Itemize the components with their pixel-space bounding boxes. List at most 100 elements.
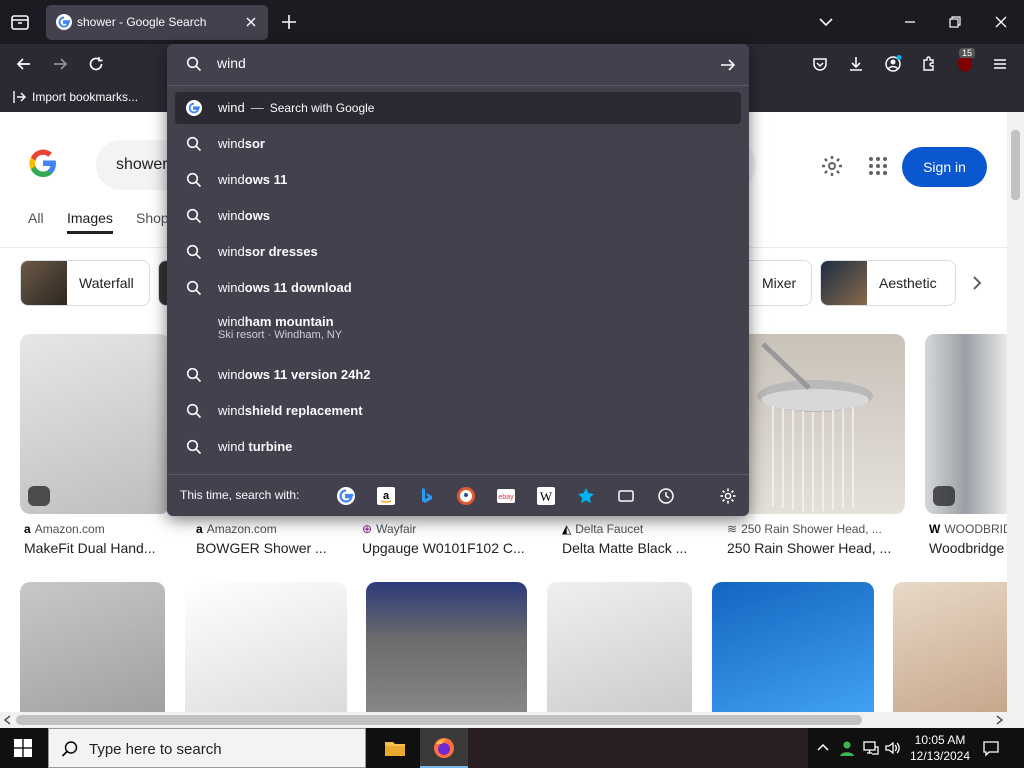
search-icon: [186, 56, 202, 72]
browser-tab[interactable]: shower - Google Search: [46, 5, 268, 40]
folder-icon: [385, 742, 405, 756]
extensions-icon[interactable]: [919, 54, 939, 74]
volume-icon[interactable]: [884, 739, 902, 757]
network-icon[interactable]: [862, 739, 880, 757]
amazon-engine-icon[interactable]: a: [376, 486, 396, 506]
google-query-text: shower: [116, 156, 168, 173]
result-image[interactable]: [723, 334, 905, 514]
result-image[interactable]: [185, 582, 347, 712]
taskbar-search-box[interactable]: Type here to search: [48, 728, 366, 768]
result-image[interactable]: [893, 582, 1007, 712]
account-icon[interactable]: [883, 54, 903, 74]
image-result[interactable]: [893, 582, 1007, 712]
image-result[interactable]: ≋ 250 Rain Shower Head, ... 250 Rain Show…: [723, 334, 905, 566]
result-image[interactable]: [712, 582, 874, 712]
suggestion-search-with-google[interactable]: wind — Search with Google: [175, 92, 741, 124]
suggestion-item[interactable]: wind turbine: [175, 431, 741, 463]
chevron-down-icon[interactable]: [816, 12, 836, 32]
suggestion-item[interactable]: windshield replacement: [175, 395, 741, 427]
history-clock-icon[interactable]: [656, 486, 676, 506]
wikipedia-engine-icon[interactable]: W: [536, 486, 556, 506]
suggestion-item[interactable]: windows 11 version 24h2: [175, 359, 741, 391]
search-settings-gear-icon[interactable]: [718, 486, 738, 506]
search-icon: [186, 136, 202, 152]
search-icon: [186, 244, 202, 260]
chip-waterfall[interactable]: Waterfall: [20, 260, 150, 306]
windows-start-icon[interactable]: [14, 739, 32, 757]
go-arrow-icon[interactable]: [719, 56, 737, 74]
downloads-icon[interactable]: [846, 54, 866, 74]
system-clock[interactable]: 10:05 AM 12/13/2024: [906, 732, 974, 764]
ublock-icon[interactable]: 15: [955, 48, 976, 74]
close-tab-icon[interactable]: [242, 13, 260, 31]
ebay-engine-icon[interactable]: ebay: [496, 486, 516, 506]
shopping-tag-icon: [28, 486, 50, 506]
address-input[interactable]: [217, 55, 697, 71]
suggestion-item[interactable]: windows: [175, 200, 741, 232]
duckduckgo-engine-icon[interactable]: [456, 486, 476, 506]
windows-taskbar: Type here to search 10:05 AM 12/13/2024: [0, 728, 1024, 768]
result-image[interactable]: [20, 582, 165, 712]
google-engine-icon[interactable]: [336, 486, 356, 506]
tab-shop[interactable]: Shop: [136, 210, 169, 226]
sign-in-button[interactable]: Sign in: [902, 147, 987, 187]
image-result[interactable]: a Amazon.com MakeFit Dual Hand...: [20, 334, 170, 566]
image-result[interactable]: [185, 582, 347, 712]
tab-images[interactable]: Images: [67, 210, 113, 234]
wayfair-icon: ⊕: [362, 522, 373, 536]
search-icon: [186, 172, 202, 188]
result-image[interactable]: [547, 582, 692, 712]
rain-icon: ≋: [727, 522, 738, 536]
reload-icon[interactable]: [86, 54, 106, 74]
bing-engine-icon[interactable]: [416, 486, 436, 506]
scroll-right-icon[interactable]: [994, 715, 1004, 725]
chip-aesthetic[interactable]: Aesthetic: [820, 260, 956, 306]
chip-mixer[interactable]: Mixer: [748, 260, 812, 306]
suggestion-item[interactable]: windsor: [175, 128, 741, 160]
suggestion-item[interactable]: windows 11: [175, 164, 741, 196]
taskbar-empty-area: [468, 728, 808, 768]
import-bookmarks-link[interactable]: Import bookmarks...: [12, 90, 138, 104]
image-result[interactable]: [712, 582, 874, 712]
tabs-icon[interactable]: [616, 486, 636, 506]
bookmarks-star-icon[interactable]: [576, 486, 596, 506]
suggestion-item[interactable]: windows 11 download: [175, 272, 741, 304]
search-icon: [186, 403, 202, 419]
vertical-scrollbar[interactable]: [1007, 112, 1024, 712]
file-explorer-app[interactable]: [370, 728, 418, 768]
chevron-right-icon[interactable]: [966, 272, 988, 294]
people-icon[interactable]: [838, 739, 856, 757]
horizontal-scrollbar[interactable]: [0, 712, 1024, 728]
scrollbar-thumb[interactable]: [16, 715, 862, 725]
apps-grid-icon[interactable]: [866, 154, 890, 178]
close-window-icon[interactable]: [991, 12, 1011, 32]
hamburger-menu-icon[interactable]: [990, 54, 1010, 74]
scroll-left-icon[interactable]: [3, 715, 13, 725]
forward-icon[interactable]: [50, 54, 70, 74]
pocket-icon[interactable]: [810, 54, 830, 74]
result-image[interactable]: [366, 582, 527, 712]
new-tab-icon[interactable]: [279, 12, 299, 32]
suggestion-item-rich[interactable]: windham mountain Ski resort · Windham, N…: [175, 308, 741, 348]
image-result[interactable]: W WOODBRID Woodbridge: [925, 334, 1007, 566]
chevron-up-icon[interactable]: [814, 739, 832, 757]
scrollbar-thumb[interactable]: [1011, 130, 1020, 200]
tab-list-icon[interactable]: [8, 10, 32, 34]
back-icon[interactable]: [14, 54, 34, 74]
notifications-icon[interactable]: [982, 739, 1000, 757]
tab-all[interactable]: All: [28, 210, 44, 226]
restore-icon[interactable]: [945, 12, 965, 32]
chip-thumbnail: [21, 261, 67, 305]
firefox-app[interactable]: [420, 728, 468, 768]
search-icon: [61, 741, 78, 757]
google-logo-icon[interactable]: [26, 146, 60, 180]
image-result[interactable]: [20, 582, 165, 712]
image-result[interactable]: [547, 582, 692, 712]
settings-gear-icon[interactable]: [820, 154, 844, 178]
address-bar[interactable]: [167, 44, 749, 86]
image-result[interactable]: [366, 582, 527, 712]
svg-text:ebay: ebay: [498, 494, 514, 501]
suggestion-item[interactable]: windsor dresses: [175, 236, 741, 268]
minimize-icon[interactable]: [900, 12, 920, 32]
amazon-icon: a: [196, 522, 203, 536]
